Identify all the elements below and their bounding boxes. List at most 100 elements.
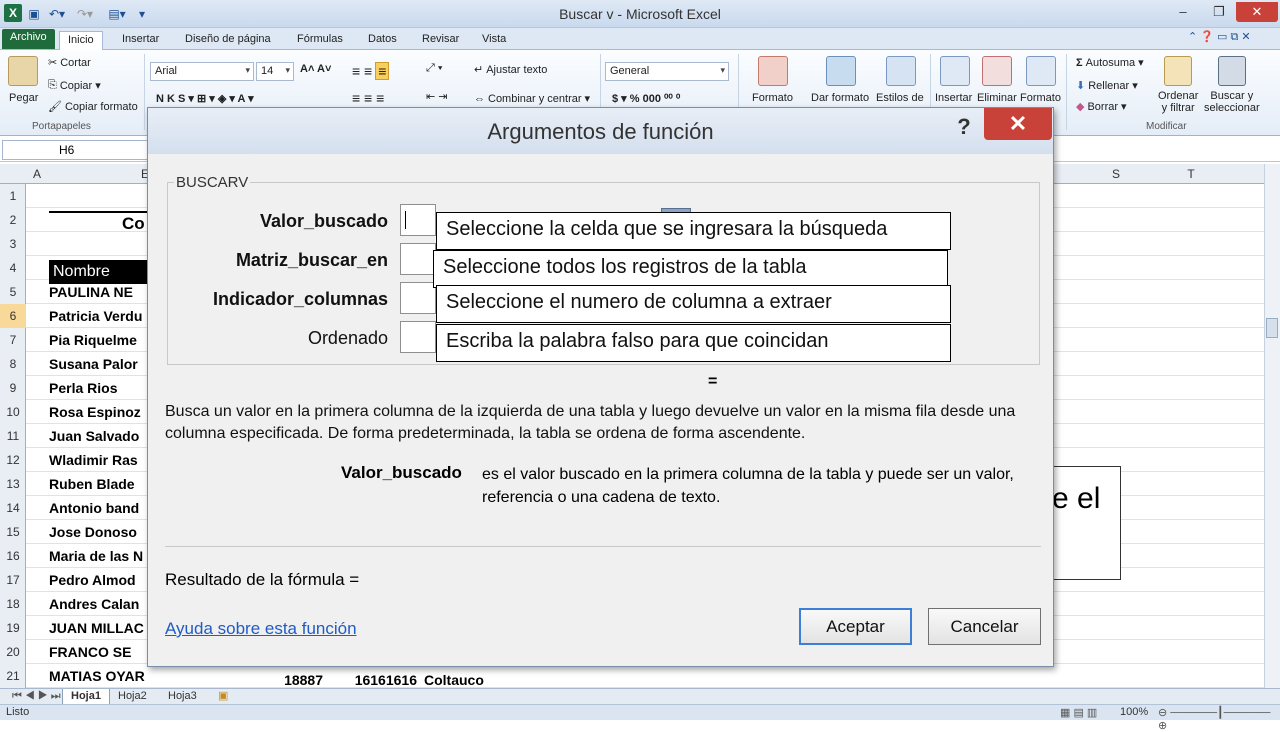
paste-button[interactable]: Pegar [9, 92, 38, 104]
new-sheet-icon[interactable]: ▣ [210, 689, 236, 705]
sort-filter-button[interactable]: Ordenar y filtrar [1158, 90, 1198, 114]
cell-d21[interactable]: 16161616 [327, 672, 417, 688]
sheet-nav-arrows-icon[interactable]: ⏮ ◀ ▶ ⏭ [4, 689, 69, 705]
insert-button[interactable]: Insertar [935, 92, 972, 104]
paste-icon[interactable] [8, 56, 38, 86]
cut-button[interactable]: ✂ Cortar [48, 56, 91, 70]
help-icon[interactable]: ? [954, 114, 974, 139]
dialog-close-icon[interactable]: ✕ [984, 108, 1052, 140]
align-left-icons[interactable]: ≡ ≡ ≡ [352, 90, 384, 106]
cell-c21[interactable]: 18887 [243, 672, 323, 688]
align-top-icons[interactable]: ≡ ≡ ≡ [352, 62, 390, 80]
vertical-scrollbar[interactable] [1264, 164, 1280, 688]
column-header-a[interactable]: A [26, 167, 48, 181]
name-cell[interactable]: Antonio band [49, 500, 145, 516]
number-format-icons[interactable]: $ ▾ % 000 ⁰⁰ ⁰ [612, 92, 680, 105]
cell-styles-icon[interactable] [886, 56, 916, 86]
tab-insertar[interactable]: Insertar [114, 31, 167, 50]
row-header[interactable]: 8 [0, 352, 26, 376]
format-button[interactable]: Formato [752, 92, 793, 104]
row-header[interactable]: 5 [0, 280, 26, 304]
styles-button[interactable]: Estilos de [876, 92, 924, 104]
row-header[interactable]: 11 [0, 424, 26, 448]
row-header[interactable]: 20 [0, 640, 26, 664]
table-format-icon[interactable] [826, 56, 856, 86]
row-header[interactable]: 14 [0, 496, 26, 520]
row-header[interactable]: 16 [0, 544, 26, 568]
valor-buscado-input[interactable] [400, 204, 436, 236]
name-cell[interactable]: Jose Donoso [49, 524, 145, 540]
binoculars-icon[interactable] [1218, 56, 1246, 86]
font-name-combo[interactable]: Arial [150, 62, 254, 81]
row-header[interactable]: 6 [0, 304, 26, 328]
sheet-tab-hoja3[interactable]: Hoja3 [160, 689, 205, 705]
tab-inicio[interactable]: Inicio [59, 31, 103, 50]
name-cell[interactable]: Perla Rios [49, 380, 145, 396]
column-header-s[interactable]: S [1078, 167, 1154, 181]
name-cell[interactable]: Ruben Blade [49, 476, 145, 492]
name-cell[interactable]: Juan Salvado [49, 428, 145, 444]
fill-button[interactable]: ⬇ Rellenar ▾ [1076, 79, 1138, 93]
name-cell[interactable]: Andres Calan [49, 596, 145, 612]
insert-cells-icon[interactable] [940, 56, 970, 86]
indent-icons[interactable]: ⇤ ⇥ [426, 90, 448, 103]
minimize-icon[interactable]: – [1168, 2, 1198, 22]
row-header[interactable]: 7 [0, 328, 26, 352]
row-header[interactable]: 21 [0, 664, 26, 688]
font-size-combo[interactable]: 14 [256, 62, 294, 81]
row-header[interactable]: 3 [0, 232, 26, 256]
row-header[interactable]: 2 [0, 208, 26, 232]
wrap-text-button[interactable]: ↵ Ajustar texto [474, 63, 547, 77]
name-cell[interactable]: JUAN MILLAC [49, 620, 145, 636]
cell-e21[interactable]: Coltauco [424, 672, 484, 688]
delete-cells-icon[interactable] [982, 56, 1012, 86]
restore-icon[interactable]: ❐ [1204, 2, 1234, 22]
row-header[interactable]: 1 [0, 184, 26, 208]
find-select-button[interactable]: Buscar y seleccionar [1204, 90, 1260, 114]
name-cell[interactable]: Maria de las N [49, 548, 145, 564]
merge-center-button[interactable]: ⇔ Combinar y centrar ▾ [474, 92, 590, 106]
row-header[interactable]: 13 [0, 472, 26, 496]
ordenado-input[interactable] [400, 321, 436, 353]
name-cell[interactable]: PAULINA NE [49, 284, 145, 300]
indicador-columnas-input[interactable] [400, 282, 436, 314]
tab-archivo[interactable]: Archivo [2, 29, 55, 49]
tab-vista[interactable]: Vista [474, 31, 514, 50]
font-grow-icon[interactable]: A˄ A˅ [300, 63, 331, 75]
close-window-icon[interactable]: ✕ [1236, 2, 1278, 22]
name-cell[interactable]: MATIAS OYARZUN [49, 668, 145, 684]
sheet-tab-hoja1[interactable]: Hoja1 [62, 689, 110, 705]
autosum-button[interactable]: Σ Autosuma ▾ [1076, 56, 1144, 70]
help-link[interactable]: Ayuda sobre esta función [165, 619, 357, 639]
tab-datos[interactable]: Datos [360, 31, 405, 50]
name-cell[interactable]: Pedro Almod [49, 572, 145, 588]
column-header-t[interactable]: T [1154, 167, 1228, 181]
give-format-button[interactable]: Dar formato [811, 92, 869, 104]
name-cell[interactable]: Wladimir Ras [49, 452, 145, 468]
clear-button[interactable]: ◆ Borrar ▾ [1076, 100, 1127, 114]
format-cells-icon[interactable] [1026, 56, 1056, 86]
cancel-button[interactable]: Cancelar [928, 608, 1041, 645]
name-cell[interactable]: Pia Riquelme [49, 332, 145, 348]
accept-button[interactable]: Aceptar [799, 608, 912, 645]
row-header[interactable]: 4 [0, 256, 26, 280]
sort-filter-icon[interactable] [1164, 56, 1192, 86]
ribbon-controls-icon[interactable]: ⌃ ❓ ▭ ⧉ ✕ [1180, 29, 1259, 48]
bold-italic-underline-icons[interactable]: N K S ▾ ⊞ ▾ ◈ ▾ A ▾ [156, 92, 254, 105]
number-format-combo[interactable]: General [605, 62, 729, 81]
sheet-tab-hoja2[interactable]: Hoja2 [110, 689, 155, 705]
tab-formulas[interactable]: Fórmulas [289, 31, 351, 50]
conditional-format-icon[interactable] [758, 56, 788, 86]
name-cell[interactable]: Patricia Verdu [49, 308, 145, 324]
name-cell[interactable]: Rosa Espinoz [49, 404, 145, 420]
name-cell[interactable]: FRANCO SE [49, 644, 145, 660]
copy-format-button[interactable]: 🖌 Copiar formato [48, 100, 138, 114]
zoom-level[interactable]: 100% [1120, 706, 1148, 718]
format-cells-button[interactable]: Formato [1020, 92, 1061, 104]
delete-button[interactable]: Eliminar [977, 92, 1017, 104]
row-header[interactable]: 9 [0, 376, 26, 400]
matriz-buscar-en-input[interactable] [400, 243, 436, 275]
zoom-slider[interactable]: ⊖ ──────┃────── ⊕ [1158, 706, 1280, 732]
scrollbar-thumb[interactable] [1266, 318, 1278, 338]
name-box[interactable]: H6 [2, 140, 148, 160]
